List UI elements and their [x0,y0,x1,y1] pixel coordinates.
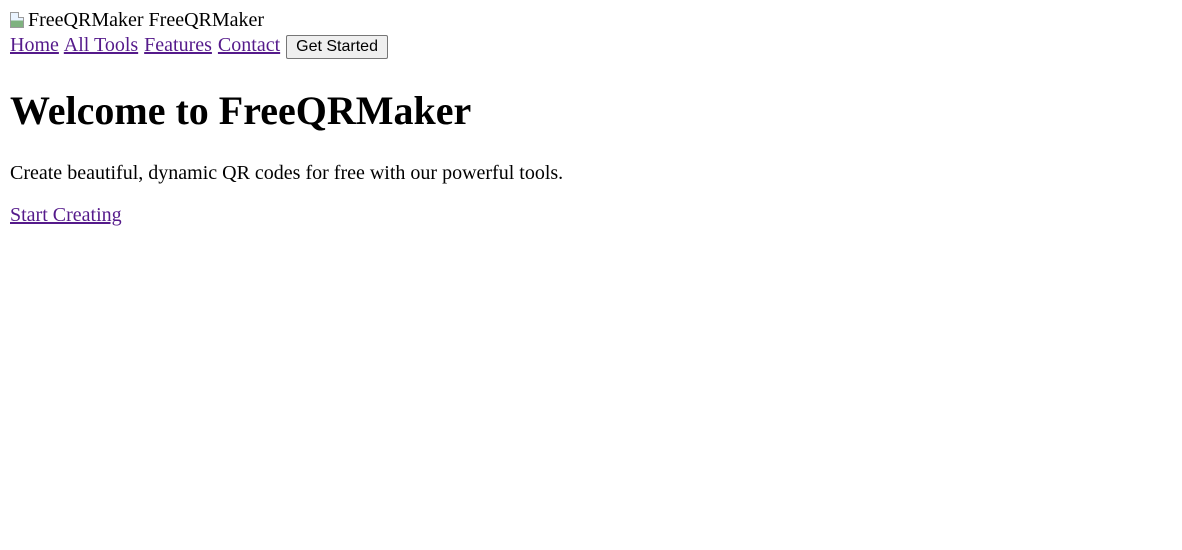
site-header: FreeQRMaker FreeQRMaker Home All Tools F… [10,8,1172,60]
broken-image-icon [10,12,24,28]
hero-section: Welcome to FreeQRMaker Create beautiful,… [10,86,1172,228]
brand[interactable]: FreeQRMaker FreeQRMaker [10,8,1172,32]
main-nav: Home All Tools Features Contact Get Star… [10,32,1172,60]
start-creating-link[interactable]: Start Creating [10,204,122,226]
nav-link-all-tools[interactable]: All Tools [64,34,138,56]
nav-link-contact[interactable]: Contact [218,34,280,56]
brand-name: FreeQRMaker [148,9,265,31]
hero-subtitle: Create beautiful, dynamic QR codes for f… [10,162,564,184]
page: FreeQRMaker FreeQRMaker Home All Tools F… [0,0,1182,236]
nav-link-home[interactable]: Home [10,34,59,56]
nav-link-features[interactable]: Features [144,34,212,56]
logo-image[interactable]: FreeQRMaker [10,8,144,32]
get-started-button[interactable]: Get Started [286,35,388,59]
logo-alt-text: FreeQRMaker [28,9,144,31]
page-title: Welcome to FreeQRMaker [10,88,472,133]
